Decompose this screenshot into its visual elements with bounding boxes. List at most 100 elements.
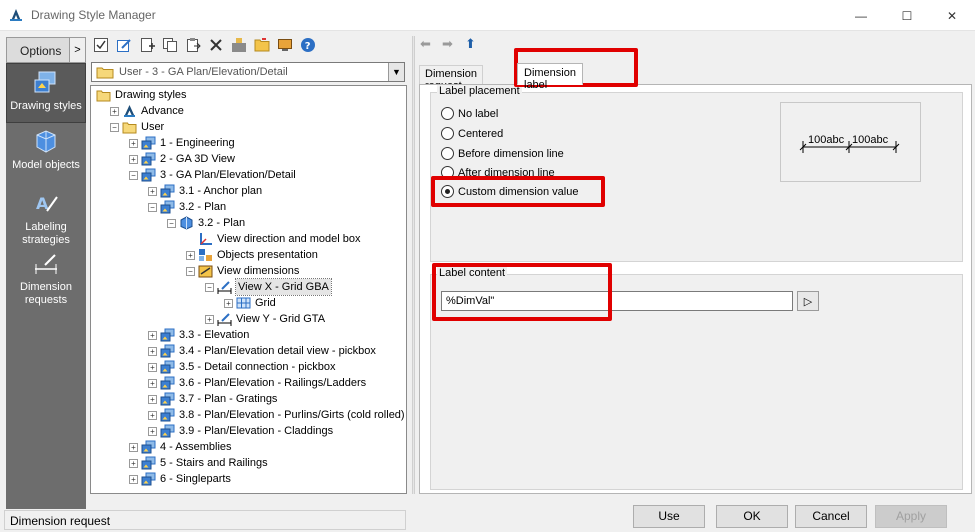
expand-icon[interactable]: +: [148, 379, 157, 388]
sidebar-item-dimension-requests[interactable]: Dimension requests: [6, 245, 86, 306]
tree-node[interactable]: +6 - Singleparts: [91, 471, 406, 487]
tree-node[interactable]: +3.9 - Plan/Elevation - Claddings: [91, 423, 406, 439]
tree-node[interactable]: +3.3 - Elevation: [91, 327, 406, 343]
expand-icon[interactable]: +: [148, 187, 157, 196]
check-icon[interactable]: [92, 36, 110, 54]
tree-node[interactable]: +3.6 - Plan/Elevation - Railings/Ladders: [91, 375, 406, 391]
radio-indicator[interactable]: [441, 127, 454, 140]
labeling-strategies-icon: A: [36, 194, 58, 213]
label-content-input[interactable]: [441, 291, 793, 311]
tree-node[interactable]: Drawing styles: [91, 87, 406, 103]
expand-icon[interactable]: +: [224, 299, 233, 308]
tree-node[interactable]: − User: [91, 119, 406, 135]
tree-node[interactable]: − View dimensions: [91, 263, 406, 279]
radio-centered[interactable]: Centered: [441, 126, 601, 142]
drawing-styles-tree[interactable]: Drawing styles + Advance − User +1 - Engineer…: [90, 85, 407, 494]
tree-node[interactable]: +3.8 - Plan/Elevation - Purlins/Girts (c…: [91, 407, 406, 423]
radio-indicator[interactable]: [441, 166, 454, 179]
add-icon[interactable]: [138, 36, 156, 54]
expand-icon[interactable]: +: [186, 251, 195, 260]
tree-node[interactable]: +3.7 - Plan - Gratings: [91, 391, 406, 407]
expand-icon[interactable]: +: [129, 475, 138, 484]
delete-icon[interactable]: [207, 36, 225, 54]
tree-node[interactable]: − View X - Grid GBA: [91, 278, 406, 296]
sidebar-item-model-objects[interactable]: Model objects: [6, 123, 86, 181]
tree-node[interactable]: +4 - Assemblies: [91, 439, 406, 455]
sidebar-item-labeling-strategies[interactable]: A Labeling strategies: [6, 185, 86, 246]
ok-button[interactable]: OK: [716, 505, 788, 528]
tree-node[interactable]: +3.1 - Anchor plan: [91, 183, 406, 199]
expand-icon[interactable]: +: [148, 347, 157, 356]
expand-icon[interactable]: +: [129, 139, 138, 148]
back-arrow-icon[interactable]: ⬅: [420, 36, 431, 52]
tree-node[interactable]: + View Y - Grid GTA: [91, 311, 406, 327]
panel-splitter[interactable]: [412, 36, 415, 494]
radio-after-dimension-line[interactable]: After dimension line: [441, 165, 601, 181]
dropdown-arrow-icon[interactable]: ▼: [388, 63, 404, 81]
tree-node-label: Advance: [141, 105, 184, 117]
expand-icon[interactable]: +: [148, 331, 157, 340]
forward-arrow-icon[interactable]: ➡: [442, 36, 453, 52]
expand-icon[interactable]: +: [205, 315, 214, 324]
cancel-button[interactable]: Cancel: [795, 505, 867, 528]
options-expand-arrow[interactable]: >: [69, 38, 85, 62]
collapse-icon[interactable]: −: [129, 171, 138, 180]
collapse-icon[interactable]: −: [148, 203, 157, 212]
style-selector-dropdown[interactable]: User - 3 - GA Plan/Elevation/Detail ▼: [91, 62, 405, 82]
radio-no-label[interactable]: No label: [441, 106, 601, 122]
expand-icon[interactable]: +: [148, 363, 157, 372]
tree-node-label: View dimensions: [217, 265, 300, 277]
expand-icon[interactable]: +: [148, 411, 157, 420]
paste-icon[interactable]: [184, 36, 202, 54]
tree-node[interactable]: +2 - GA 3D View: [91, 151, 406, 167]
tree-node[interactable]: − 3.2 - Plan: [91, 215, 406, 231]
tree-node[interactable]: − 3 - GA Plan/Elevation/Detail: [91, 167, 406, 183]
radio-indicator[interactable]: [441, 107, 454, 120]
radio-indicator[interactable]: [441, 147, 454, 160]
maximize-button[interactable]: ☐: [884, 0, 930, 31]
use-button[interactable]: Use: [633, 505, 705, 528]
expand-icon[interactable]: +: [110, 107, 119, 116]
edit-icon[interactable]: [115, 36, 133, 54]
expand-icon[interactable]: +: [129, 459, 138, 468]
radio-label: After dimension line: [458, 167, 555, 179]
close-button[interactable]: ✕: [929, 0, 975, 31]
tree-node[interactable]: +3.4 - Plan/Elevation detail view - pick…: [91, 343, 406, 359]
options-button[interactable]: Options >: [6, 37, 86, 63]
sidebar-item-drawing-styles[interactable]: Drawing styles: [6, 63, 86, 123]
svg-text:?: ?: [305, 41, 311, 52]
tree-node[interactable]: − 3.2 - Plan: [91, 199, 406, 215]
radio-before-dimension-line[interactable]: Before dimension line: [441, 146, 601, 162]
tab-dimension-label[interactable]: Dimension label: [517, 63, 583, 91]
tree-node[interactable]: +3.5 - Detail connection - pickbox: [91, 359, 406, 375]
collapse-icon[interactable]: −: [110, 123, 119, 132]
radio-indicator[interactable]: [441, 185, 454, 198]
up-arrow-icon[interactable]: ⬆: [465, 36, 476, 52]
tab-dimension-request[interactable]: Dimension request: [419, 65, 483, 92]
tree-node[interactable]: + Grid: [91, 295, 406, 311]
expand-icon[interactable]: +: [148, 395, 157, 404]
folder-icon: [96, 67, 114, 79]
expand-icon[interactable]: +: [129, 443, 138, 452]
tree-node[interactable]: + Objects presentation: [91, 247, 406, 263]
radio-label: Custom dimension value: [458, 186, 579, 198]
apply-button[interactable]: Apply: [875, 505, 947, 528]
tree-node[interactable]: +1 - Engineering: [91, 135, 406, 151]
monitor-icon[interactable]: [276, 36, 294, 54]
expand-icon[interactable]: +: [129, 155, 138, 164]
minimize-button[interactable]: —: [838, 0, 884, 31]
copy-icon[interactable]: [161, 36, 179, 54]
insert-variable-button[interactable]: ▷: [797, 291, 819, 311]
import-icon[interactable]: [230, 36, 248, 54]
collapse-icon[interactable]: −: [186, 267, 195, 276]
tree-node[interactable]: +5 - Stairs and Railings: [91, 455, 406, 471]
help-icon[interactable]: ?: [299, 36, 317, 54]
tree-node[interactable]: View direction and model box: [91, 231, 406, 247]
tree-node-label: 3.4 - Plan/Elevation detail view - pickb…: [179, 345, 376, 357]
tree-node[interactable]: + Advance: [91, 103, 406, 119]
expand-icon[interactable]: +: [148, 427, 157, 436]
folder-icon[interactable]: [253, 36, 271, 54]
collapse-icon[interactable]: −: [167, 219, 176, 228]
collapse-icon[interactable]: −: [205, 283, 214, 292]
radio-custom-dimension-value[interactable]: Custom dimension value: [441, 184, 601, 200]
